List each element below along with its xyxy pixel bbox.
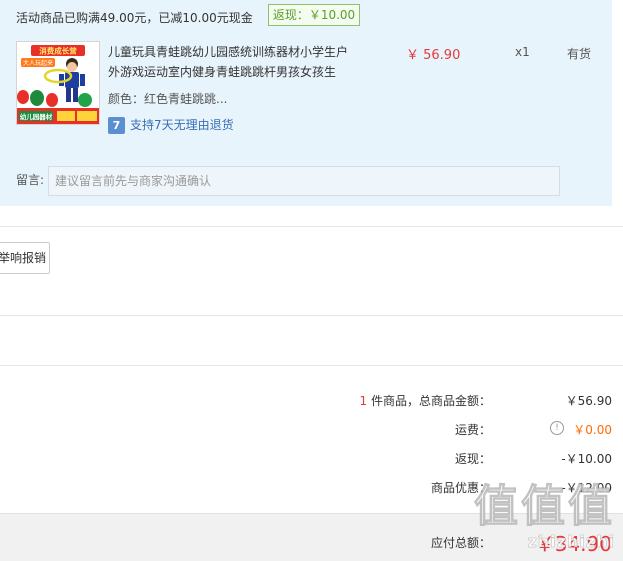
thumb-banner-top: 消费成长营 — [39, 46, 77, 56]
unit-price: ￥ 56.90 — [406, 48, 461, 63]
product-variant: 颜色：红色青蛙跳跳... — [108, 92, 228, 106]
payable-label: 应付总额： — [430, 536, 491, 550]
goods-count-text: 件商品，总商品金额： — [367, 394, 491, 408]
divider — [0, 365, 623, 366]
watermark-logo: 值值值 — [474, 481, 615, 533]
report-button[interactable]: 举响报销 — [0, 242, 50, 274]
info-circle-icon[interactable]: ! — [550, 421, 564, 435]
remark-label: 留言: — [16, 173, 45, 187]
divider — [0, 315, 623, 316]
summary-rebate-row: 返现： -￥10.00 — [0, 450, 623, 470]
divider — [0, 226, 623, 227]
promo-text: 活动商品已购满49.00元，已减10.00元现金 — [16, 11, 253, 25]
return-policy-link[interactable]: 支持7天无理由退货 — [130, 117, 234, 134]
thumb-banner-bottom: 幼儿园器材 — [20, 112, 53, 121]
stock-status: 有货 — [567, 47, 592, 61]
summary-goods-row: 1 件商品，总商品金额： ￥56.90 — [0, 392, 623, 412]
rebate-label: 返现： — [454, 452, 491, 466]
product-title[interactable]: 儿童玩具青蛙跳幼儿园感统训练器材小学生户外游戏运动室内健身青蛙跳跳杆男孩女孩生 — [108, 42, 358, 82]
goods-count-label: 1 件商品，总商品金额： — [360, 392, 491, 409]
shipping-label: 运费： — [454, 423, 491, 437]
rebate-value: -￥10.00 — [561, 452, 612, 466]
quantity: x1 — [515, 45, 530, 59]
remark-input[interactable] — [48, 166, 560, 196]
thumb-banner-sub: 大人玩起来 — [23, 59, 53, 67]
product-image: 消费成长营 大人玩起来 幼儿园器材 — [17, 42, 99, 124]
product-thumbnail[interactable]: 消费成长营 大人玩起来 幼儿园器材 — [16, 41, 100, 125]
summary-shipping-row: 运费： ! ￥0.00 — [0, 421, 623, 441]
shipping-value: ￥0.00 — [573, 423, 612, 437]
seven-day-return-icon: 7 — [108, 117, 125, 134]
watermark-text: zhizhizhi — [527, 532, 615, 552]
rebate-badge: 返现：￥10.00 — [268, 4, 360, 26]
goods-total: ￥56.90 — [565, 394, 612, 408]
